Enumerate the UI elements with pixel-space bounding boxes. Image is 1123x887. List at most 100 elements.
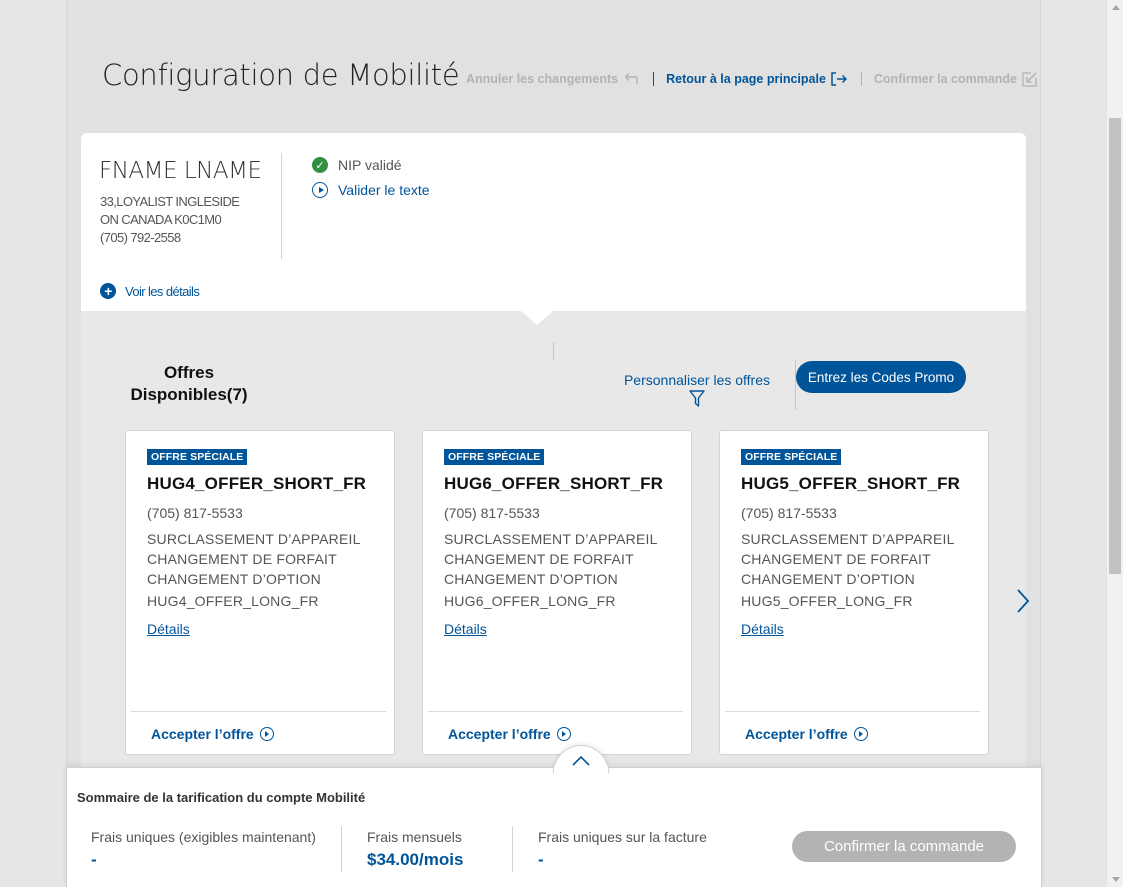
offer-phone: (705) 817-5533	[444, 505, 540, 521]
offer-card: OFFRE SPÉCIALE HUG5_OFFER_SHORT_FR (705)…	[719, 430, 989, 755]
address-line-1: 33,LOYALIST INGLESIDE	[100, 194, 240, 209]
confirm-order-link[interactable]: Confirmer la commande	[874, 71, 1038, 87]
divider	[553, 342, 554, 360]
special-offer-badge: OFFRE SPÉCIALE	[147, 449, 248, 465]
scroll-down-arrow-icon[interactable]	[1112, 877, 1120, 882]
special-offer-badge: OFFRE SPÉCIALE	[741, 449, 842, 465]
checkout-arrow-icon	[1022, 72, 1037, 87]
address-line-2: ON CANADA K0C1M0	[100, 212, 222, 227]
offer-feature: CHANGEMENT D’OPTION	[444, 571, 618, 587]
bill-fee: Frais uniques sur la facture -	[538, 829, 707, 870]
divider	[795, 360, 796, 410]
offer-card: OFFRE SPÉCIALE HUG4_OFFER_SHORT_FR (705)…	[125, 430, 395, 755]
validate-text-link[interactable]: Valider le texte	[312, 182, 430, 198]
divider	[281, 153, 282, 259]
accept-offer-button[interactable]: Accepter l’offre	[151, 726, 274, 742]
divider	[512, 826, 513, 872]
customer-address: 33,LOYALIST INGLESIDE ON CANADA K0C1M0 (…	[100, 193, 240, 247]
offer-details-link[interactable]: Détails	[741, 621, 784, 637]
confirm-order-label: Confirmer la commande	[873, 72, 1017, 86]
pin-status-row: ✓ NIP validé	[312, 157, 430, 173]
bill-fee-label: Frais uniques sur la facture	[538, 829, 707, 845]
offer-feature: CHANGEMENT DE FORFAIT	[147, 551, 337, 567]
header-separator	[860, 72, 862, 86]
offer-features: SURCLASSEMENT D’APPAREIL CHANGEMENT DE F…	[741, 529, 955, 589]
exit-arrow-icon	[831, 72, 847, 86]
cancel-changes-link[interactable]: Annuler les changements	[466, 72, 639, 86]
vertical-scrollbar[interactable]	[1106, 0, 1123, 887]
view-details-link[interactable]: + Voir les détails	[100, 283, 200, 299]
accept-offer-label: Accepter l’offre	[448, 726, 551, 742]
play-circle-icon	[853, 727, 868, 741]
one-time-fee: Frais uniques (exigibles maintenant) -	[91, 829, 316, 870]
monthly-fee: Frais mensuels $34.00/mois	[367, 829, 463, 870]
offer-long-name: HUG4_OFFER_LONG_FR	[147, 593, 319, 609]
back-to-main-label: Retour à la page principale	[666, 72, 826, 86]
offer-name: HUG4_OFFER_SHORT_FR	[147, 474, 367, 493]
divider	[341, 826, 342, 872]
toggle-cover	[554, 766, 608, 770]
offer-name: HUG5_OFFER_SHORT_FR	[741, 474, 961, 493]
offer-long-name: HUG6_OFFER_LONG_FR	[444, 593, 616, 609]
scrollbar-thumb[interactable]	[1109, 118, 1121, 574]
header-separator	[653, 72, 655, 86]
check-circle-icon: ✓	[312, 157, 328, 173]
one-time-fee-value: -	[91, 850, 97, 869]
offer-feature: SURCLASSEMENT D’APPAREIL	[444, 531, 658, 547]
personalize-offers-label: Personnaliser les offres	[623, 372, 771, 388]
back-to-main-link[interactable]: Retour à la page principale	[666, 72, 847, 86]
play-circle-icon	[556, 727, 571, 741]
divider	[725, 711, 980, 712]
offers-heading-line1: Offres	[163, 363, 215, 382]
bill-fee-value: -	[538, 850, 544, 869]
offer-long-name: HUG5_OFFER_LONG_FR	[741, 593, 913, 609]
offer-feature: CHANGEMENT D’OPTION	[147, 571, 321, 587]
accept-offer-label: Accepter l’offre	[745, 726, 848, 742]
divider	[131, 711, 386, 712]
verification-status: ✓ NIP validé Valider le texte	[312, 157, 430, 207]
offers-heading-line2: Disponibles(7)	[130, 385, 248, 404]
offer-phone: (705) 817-5533	[741, 505, 837, 521]
customer-name: FNAME LNAME	[99, 158, 262, 184]
card-pointer	[521, 311, 553, 325]
offer-phone: (705) 817-5533	[147, 505, 243, 521]
offer-details-link[interactable]: Détails	[444, 621, 487, 637]
accept-offer-label: Accepter l’offre	[151, 726, 254, 742]
offer-feature: SURCLASSEMENT D’APPAREIL	[741, 531, 955, 547]
offer-feature: SURCLASSEMENT D’APPAREIL	[147, 531, 361, 547]
customer-phone: (705) 792-2558	[100, 230, 181, 245]
header-actions: Annuler les changements Retour à la page…	[466, 71, 1038, 87]
pin-status-text: NIP validé	[338, 157, 402, 173]
undo-arrow-icon	[624, 73, 638, 84]
scroll-up-arrow-icon[interactable]	[1112, 5, 1120, 10]
confirm-order-button[interactable]: Confirmer la commande	[792, 831, 1016, 862]
offer-details-link[interactable]: Détails	[147, 621, 190, 637]
summary-title: Sommaire de la tarification du compte Mo…	[77, 790, 366, 805]
offers-heading: Offres Disponibles(7)	[118, 362, 260, 406]
offer-name: HUG6_OFFER_SHORT_FR	[444, 474, 664, 493]
offer-features: SURCLASSEMENT D’APPAREIL CHANGEMENT DE F…	[444, 529, 658, 589]
validate-text-label: Valider le texte	[338, 182, 430, 198]
accept-offer-button[interactable]: Accepter l’offre	[745, 726, 868, 742]
page-title: Configuration de Mobilité	[102, 58, 460, 92]
plus-circle-icon: +	[100, 283, 116, 299]
play-circle-icon	[259, 727, 274, 741]
customer-card: FNAME LNAME 33,LOYALIST INGLESIDE ON CAN…	[81, 133, 1026, 311]
offer-feature: CHANGEMENT D’OPTION	[741, 571, 915, 587]
offer-card: OFFRE SPÉCIALE HUG6_OFFER_SHORT_FR (705)…	[422, 430, 692, 755]
offer-feature: CHANGEMENT DE FORFAIT	[741, 551, 931, 567]
cancel-changes-label: Annuler les changements	[466, 72, 619, 86]
play-circle-icon	[312, 182, 328, 198]
one-time-fee-label: Frais uniques (exigibles maintenant)	[91, 829, 316, 845]
offer-features: SURCLASSEMENT D’APPAREIL CHANGEMENT DE F…	[147, 529, 361, 589]
personalize-offers-button[interactable]: Personnaliser les offres	[620, 372, 774, 408]
monthly-fee-label: Frais mensuels	[367, 829, 462, 845]
promo-codes-button[interactable]: Entrez les Codes Promo	[796, 361, 966, 393]
chevron-right-icon[interactable]	[1014, 588, 1032, 614]
special-offer-badge: OFFRE SPÉCIALE	[444, 449, 545, 465]
divider	[428, 711, 683, 712]
funnel-icon	[689, 390, 705, 407]
monthly-fee-value: $34.00/mois	[367, 850, 464, 869]
view-details-label: Voir les détails	[125, 283, 200, 299]
accept-offer-button[interactable]: Accepter l’offre	[448, 726, 571, 742]
